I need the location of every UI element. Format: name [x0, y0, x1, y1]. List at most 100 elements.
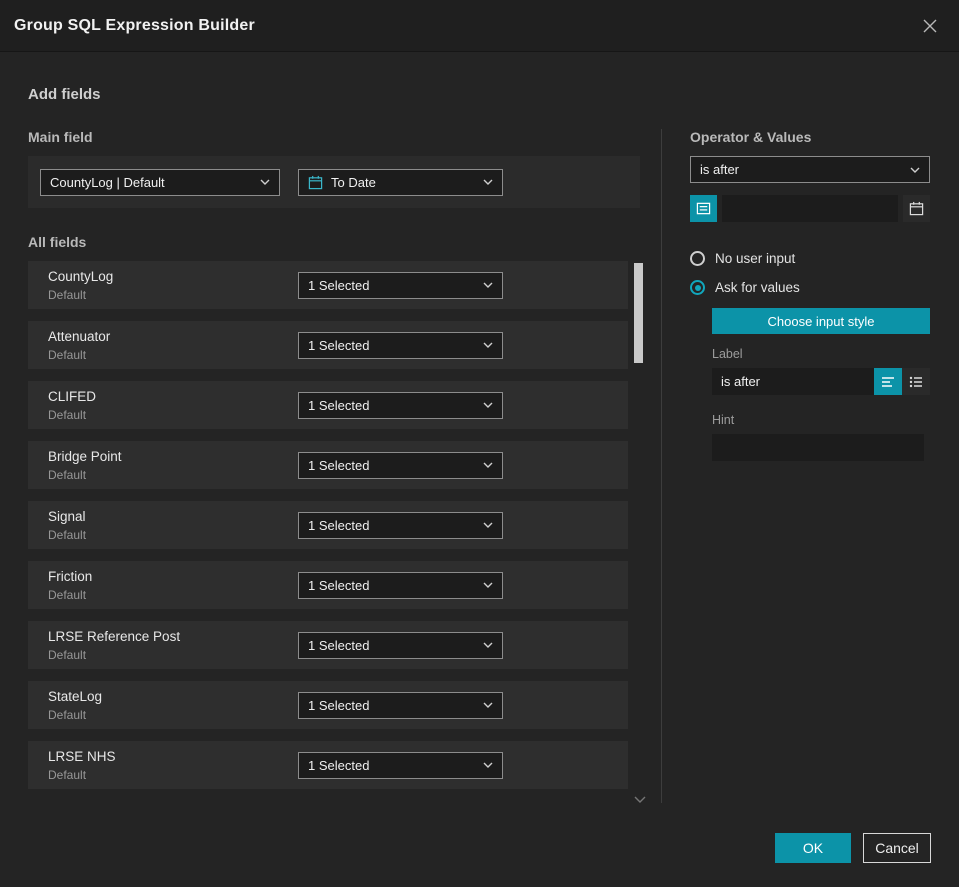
field-values-select[interactable]: 1 Selected [298, 691, 503, 719]
field-values-select-value: 1 Selected [308, 277, 370, 293]
field-row: LRSE NHS Default 1 Selected [28, 741, 628, 789]
user-input-radio-group: No user input Ask for values Choose inpu… [690, 244, 930, 461]
field-values-select[interactable]: 1 Selected [298, 571, 503, 599]
choose-input-style-button[interactable]: Choose input style [712, 308, 930, 334]
chevron-down-icon [260, 179, 270, 185]
operator-values-column: Operator & Values is after No user input… [690, 129, 930, 803]
vertical-divider [661, 129, 662, 803]
scroll-down-icon[interactable] [634, 796, 646, 803]
fields-column: Main field CountyLog | Default To Date A… [28, 129, 646, 803]
field-values-select[interactable]: 1 Selected [298, 751, 503, 779]
single-line-style-button[interactable] [874, 368, 902, 395]
chevron-down-icon [483, 342, 493, 348]
operator-values-heading: Operator & Values [690, 129, 812, 145]
radio-checked-icon [690, 280, 705, 295]
field-values-select-value: 1 Selected [308, 697, 370, 713]
field-name: StateLog [48, 688, 103, 704]
field-values-select-value: 1 Selected [308, 517, 370, 533]
field-values-select-value: 1 Selected [308, 757, 370, 773]
chevron-down-icon [910, 167, 920, 173]
calendar-icon [308, 175, 323, 190]
field-values-select[interactable]: 1 Selected [298, 451, 503, 479]
chevron-down-icon [483, 582, 493, 588]
close-icon[interactable] [917, 13, 943, 39]
operator-select[interactable]: is after [690, 156, 930, 183]
chevron-down-icon [483, 522, 493, 528]
hint-caption: Hint [712, 413, 735, 427]
chevron-down-icon [483, 642, 493, 648]
field-name: Signal [48, 508, 86, 524]
field-subtitle: Default [48, 467, 87, 482]
field-subtitle: Default [48, 587, 87, 602]
field-values-select-value: 1 Selected [308, 397, 370, 413]
dialog-header: Group SQL Expression Builder [0, 0, 959, 52]
group-sql-expression-builder-dialog: Group SQL Expression Builder Add fields … [0, 0, 959, 863]
field-subtitle: Default [48, 767, 87, 782]
label-input[interactable] [712, 368, 874, 395]
field-name: Attenuator [48, 328, 111, 344]
field-row: CLIFED Default 1 Selected [28, 381, 628, 429]
radio-ask-for-values-label: Ask for values [715, 280, 800, 295]
ask-for-values-options: Choose input style Label is after Hint [712, 308, 930, 461]
field-name: Friction [48, 568, 93, 584]
field-row: Attenuator Default 1 Selected [28, 321, 628, 369]
field-row: CountyLog Default 1 Selected [28, 261, 628, 309]
field-values-select-value: 1 Selected [308, 637, 370, 653]
field-row: Friction Default 1 Selected [28, 561, 628, 609]
field-list-icon [696, 201, 711, 216]
field-values-select[interactable]: 1 Selected [298, 331, 503, 359]
date-field-select-value: To Date [331, 174, 376, 190]
ok-button[interactable]: OK [775, 833, 851, 863]
main-field-panel: CountyLog | Default To Date [28, 156, 640, 208]
field-subtitle: Default [48, 707, 87, 722]
chevron-down-icon [483, 282, 493, 288]
list-style-button[interactable] [902, 368, 930, 395]
chevron-down-icon [483, 762, 493, 768]
field-value-mode-button[interactable] [690, 195, 717, 222]
chevron-down-icon [483, 402, 493, 408]
align-left-icon [881, 376, 895, 388]
field-name: CountyLog [48, 268, 114, 284]
radio-ask-for-values[interactable]: Ask for values [690, 273, 930, 302]
label-caption: Label [712, 347, 743, 361]
main-field-select-value: CountyLog | Default [50, 174, 165, 190]
field-row: LRSE Reference Post Default 1 Selected [28, 621, 628, 669]
field-row: StateLog Default 1 Selected [28, 681, 628, 729]
field-values-select[interactable]: 1 Selected [298, 271, 503, 299]
field-row: Signal Default 1 Selected [28, 501, 628, 549]
add-fields-heading: Add fields [28, 86, 101, 103]
field-subtitle: Default [48, 407, 87, 422]
chevron-down-icon [483, 702, 493, 708]
field-row: Bridge Point Default 1 Selected [28, 441, 628, 489]
all-fields-list: CountyLog Default 1 Selected Attenuator … [28, 261, 646, 803]
scrollbar-thumb[interactable] [634, 263, 643, 363]
fields-scrollbar[interactable] [634, 263, 643, 785]
radio-no-user-input-label: No user input [715, 251, 796, 266]
cancel-button[interactable]: Cancel [863, 833, 931, 863]
dialog-footer: OK Cancel [775, 833, 931, 863]
field-subtitle: Default [48, 287, 87, 302]
hint-input[interactable] [712, 434, 924, 461]
field-values-select[interactable]: 1 Selected [298, 511, 503, 539]
calendar-picker-button[interactable] [903, 195, 930, 222]
radio-no-user-input[interactable]: No user input [690, 244, 930, 273]
all-fields-heading: All fields [28, 234, 87, 250]
field-subtitle: Default [48, 347, 87, 362]
chevron-down-icon [483, 179, 493, 185]
dialog-title: Group SQL Expression Builder [14, 16, 255, 34]
date-value-input[interactable] [722, 195, 898, 222]
main-field-select[interactable]: CountyLog | Default [40, 168, 280, 196]
field-name: LRSE Reference Post [48, 628, 181, 644]
radio-unchecked-icon [690, 251, 705, 266]
chevron-down-icon [483, 462, 493, 468]
date-field-select[interactable]: To Date [298, 168, 503, 196]
field-name: LRSE NHS [48, 748, 116, 764]
field-values-select[interactable]: 1 Selected [298, 631, 503, 659]
calendar-icon [909, 201, 924, 216]
field-values-select-value: 1 Selected [308, 577, 370, 593]
field-name: Bridge Point [48, 448, 122, 464]
dialog-body: Add fields Main field CountyLog | Defaul… [0, 86, 959, 803]
field-values-select[interactable]: 1 Selected [298, 391, 503, 419]
list-icon [909, 376, 923, 388]
field-values-select-value: 1 Selected [308, 337, 370, 353]
